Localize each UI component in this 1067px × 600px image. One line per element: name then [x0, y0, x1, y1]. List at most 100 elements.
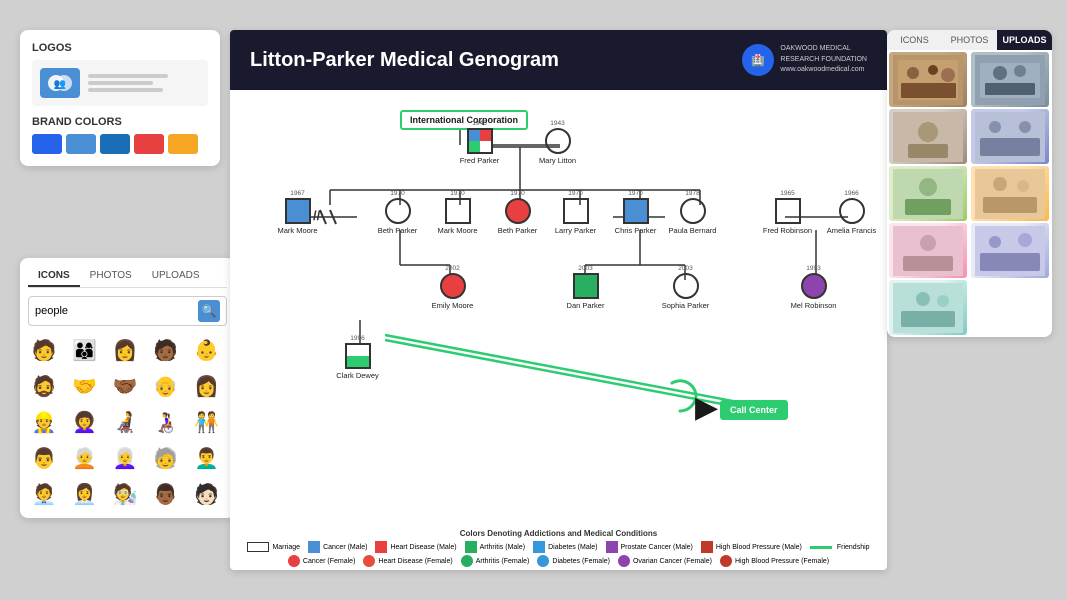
- icon-couple[interactable]: 🧑‍🤝‍🧑: [190, 406, 222, 438]
- legend-diab-male-symbol: [533, 541, 545, 553]
- fred-name: Fred Parker: [460, 156, 500, 165]
- legend-title: Colors Denoting Addictions and Medical C…: [240, 529, 877, 538]
- svg-text:🏥: 🏥: [752, 54, 766, 67]
- right-tab-uploads[interactable]: UPLOADS: [997, 30, 1052, 50]
- person-dan-parker: 2003 Dan Parker: [558, 265, 613, 310]
- person-fred-robinson: 1965 Fred Robinson: [760, 190, 815, 235]
- icon-worker[interactable]: 👷: [28, 406, 60, 438]
- fr-name: Fred Robinson: [763, 226, 812, 235]
- mary-name: Mary Litton: [539, 156, 576, 165]
- color-swatch-4: [134, 134, 164, 154]
- mr-year: 1993: [806, 265, 820, 272]
- right-panel-tabs: ICONS PHOTOS UPLOADS: [887, 30, 1052, 50]
- legend-marriage: Marriage: [247, 541, 300, 553]
- icon-handshake-2[interactable]: 🤝🏾: [109, 370, 141, 402]
- legend-arth-male-symbol: [465, 541, 477, 553]
- org-icon: 🏥: [742, 44, 774, 76]
- mm2-shape: [445, 198, 471, 224]
- legend-hbp-male: High Blood Pressure (Male): [701, 541, 802, 553]
- icon-person-2[interactable]: 👨‍👩‍👦: [69, 334, 101, 366]
- icon-person-4[interactable]: 🧑🏾: [150, 334, 182, 366]
- legend-cancer-female: Cancer (Female): [288, 555, 356, 567]
- photo-6[interactable]: [971, 166, 1049, 221]
- icon-person-13[interactable]: 🧑‍🦳: [69, 442, 101, 474]
- logo-area: 👥: [32, 60, 208, 106]
- legend-arth-female-label: Arthritis (Female): [476, 558, 530, 565]
- legend-arth-female-symbol: [461, 555, 473, 567]
- icon-person-15[interactable]: 👨‍🦱: [190, 442, 222, 474]
- icon-person-1[interactable]: 🧑: [28, 334, 60, 366]
- icon-person-17[interactable]: 🧑🏻: [190, 478, 222, 510]
- icon-business-1[interactable]: 🧑‍💼: [28, 478, 60, 510]
- photo-8[interactable]: [971, 223, 1049, 278]
- main-area: Litton-Parker Medical Genogram 🏥 OAKWOOD…: [230, 30, 887, 570]
- icon-person-10[interactable]: 🧑‍🦼: [109, 406, 141, 438]
- right-tab-photos[interactable]: PHOTOS: [942, 30, 997, 50]
- legend-heartdisease-male: Heart Disease (Male): [375, 541, 456, 553]
- divorce-mark: //: [313, 208, 320, 223]
- logos-panel: LOGOS 👥 BRAND COLORS: [20, 30, 220, 166]
- icon-person-5[interactable]: 👶: [190, 334, 222, 366]
- pb-year: 1978: [685, 190, 699, 197]
- photo-5[interactable]: [889, 166, 967, 221]
- panel-tabs: ICONS PHOTOS UPLOADS: [28, 266, 227, 288]
- icon-scientist[interactable]: 🧑‍🔬: [109, 478, 141, 510]
- tab-photos[interactable]: PHOTOS: [80, 266, 142, 287]
- search-button[interactable]: 🔍: [198, 300, 220, 322]
- icon-handshake-1[interactable]: 🤝: [69, 370, 101, 402]
- cd-name: Clark Dewey: [336, 371, 379, 380]
- person-mel-robinson: 1993 Mel Robinson: [786, 265, 841, 310]
- legend-ovarian-label: Ovarian Cancer (Female): [633, 558, 712, 565]
- logo-line-3: [88, 88, 163, 92]
- tab-uploads[interactable]: UPLOADS: [142, 266, 210, 287]
- legend-hbp-female-label: High Blood Pressure (Female): [735, 558, 829, 565]
- legend-cancer-male: Cancer (Male): [308, 541, 367, 553]
- loading-indicator: [660, 375, 700, 420]
- icon-person-11[interactable]: 👩‍🦽: [150, 406, 182, 438]
- icon-person-9[interactable]: 👩‍🦱: [69, 406, 101, 438]
- icon-person-8[interactable]: 👩: [190, 370, 222, 402]
- logo-lines: [88, 74, 168, 92]
- person-beth-parker-2: 1970 Beth Parker: [490, 190, 545, 235]
- logo-icon: 👥: [40, 68, 80, 98]
- right-tab-icons[interactable]: ICONS: [887, 30, 942, 50]
- photo-2[interactable]: [971, 52, 1049, 107]
- icon-person-3[interactable]: 👩: [109, 334, 141, 366]
- brand-colors-label: BRAND COLORS: [32, 116, 208, 128]
- em-name: Emily Moore: [432, 301, 474, 310]
- photo-3[interactable]: [889, 109, 967, 164]
- legend-hd-male-symbol: [375, 541, 387, 553]
- color-swatch-2: [66, 134, 96, 154]
- person-paula-bernard: 1978 Paula Bernard: [665, 190, 720, 235]
- color-swatch-5: [168, 134, 198, 154]
- legend-prostate-symbol: [606, 541, 618, 553]
- photo-4[interactable]: [971, 109, 1049, 164]
- legend-friendship: Friendship: [810, 541, 870, 553]
- photo-1[interactable]: [889, 52, 967, 107]
- legend-hbp-male-label: High Blood Pressure (Male): [716, 544, 802, 551]
- legend-hd-female-label: Heart Disease (Female): [378, 558, 452, 565]
- legend-prostate-male: Prostate Cancer (Male): [606, 541, 693, 553]
- search-input[interactable]: [35, 305, 198, 317]
- icons-grid: 🧑 👨‍👩‍👦 👩 🧑🏾 👶 🧔 🤝 🤝🏾 👴 👩 👷 👩‍🦱 🧑‍🦼 👩‍🦽 …: [28, 334, 227, 510]
- svg-text:👥: 👥: [54, 79, 66, 90]
- person-clark-dewey: 1996 Clark Dewey: [330, 335, 385, 380]
- person-amelia-francis: 1966 Amelia Francis: [824, 190, 879, 235]
- icon-person-14[interactable]: 👩‍🦳: [109, 442, 141, 474]
- icon-elder[interactable]: 🧓: [150, 442, 182, 474]
- photo-7[interactable]: [889, 223, 967, 278]
- logo-line-1: [88, 74, 168, 78]
- legend-diab-female-symbol: [537, 555, 549, 567]
- tab-icons[interactable]: ICONS: [28, 266, 80, 287]
- photo-9[interactable]: [889, 280, 967, 335]
- mm1-name: Mark Moore: [277, 226, 317, 235]
- genogram-title: Litton-Parker Medical Genogram: [250, 49, 559, 72]
- icon-business-2[interactable]: 👩‍💼: [69, 478, 101, 510]
- mr-shape: [801, 273, 827, 299]
- legend-diab-female: Diabetes (Female): [537, 555, 610, 567]
- legend-diab-male-label: Diabetes (Male): [548, 544, 597, 551]
- icon-person-16[interactable]: 👨🏾: [150, 478, 182, 510]
- icon-person-12[interactable]: 👨: [28, 442, 60, 474]
- icon-person-6[interactable]: 🧔: [28, 370, 60, 402]
- icon-person-7[interactable]: 👴: [150, 370, 182, 402]
